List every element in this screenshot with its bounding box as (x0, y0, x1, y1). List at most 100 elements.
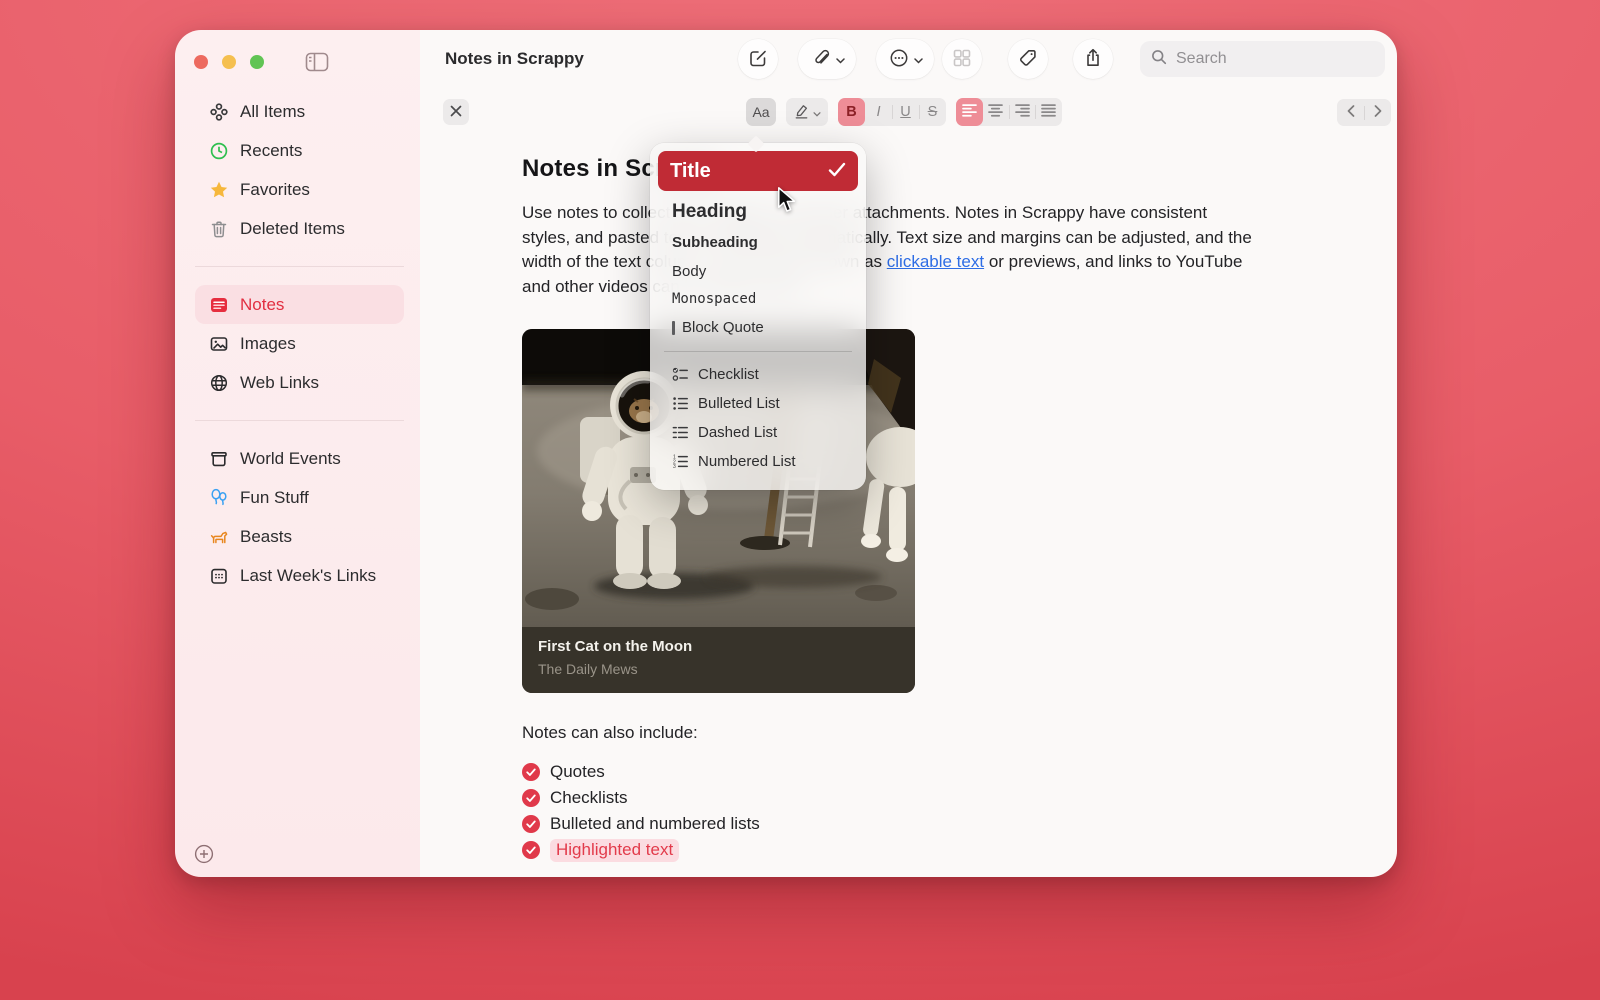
balloons-icon (208, 487, 229, 508)
clickable-text-link[interactable]: clickable text (887, 252, 984, 271)
window-controls (194, 52, 329, 72)
image-caption-title: First Cat on the Moon (538, 638, 899, 655)
tag-button[interactable] (1008, 39, 1048, 79)
menu-item-dashed-list[interactable]: Dashed List (658, 418, 858, 447)
sidebar-item-world-events[interactable]: World Events (195, 439, 404, 478)
search-field[interactable] (1140, 41, 1385, 77)
sidebar: All Items Recents Favorites (175, 30, 420, 877)
sidebar-item-deleted-items[interactable]: Deleted Items (195, 209, 404, 248)
underline-button[interactable]: U (892, 98, 919, 126)
desktop-background: All Items Recents Favorites (0, 0, 1600, 1000)
more-button[interactable] (876, 39, 934, 79)
checklist: Quotes Checklists Bulleted and numbered … (522, 759, 1317, 863)
sidebar-item-label: Recents (240, 141, 302, 161)
back-button[interactable] (1337, 99, 1364, 127)
sidebar-item-label: All Items (240, 102, 305, 122)
new-item-button[interactable] (193, 843, 215, 865)
menu-item-label: Monospaced (672, 291, 756, 307)
strikethrough-label: S (928, 104, 938, 120)
checked-checkbox-icon[interactable] (522, 841, 540, 859)
checklist-intro: Notes can also include: (522, 723, 1317, 743)
sidebar-item-fun-stuff[interactable]: Fun Stuff (195, 478, 404, 517)
image-caption: First Cat on the Moon The Daily Mews (522, 627, 915, 693)
checked-checkbox-icon[interactable] (522, 763, 540, 781)
checklist-icon (672, 366, 689, 383)
minimize-window-button[interactable] (222, 55, 236, 69)
close-window-button[interactable] (194, 55, 208, 69)
menu-item-label: Title (670, 160, 711, 183)
sidebar-item-beasts[interactable]: Beasts (195, 517, 404, 556)
checked-checkbox-icon[interactable] (522, 789, 540, 807)
strikethrough-button[interactable]: S (919, 98, 946, 126)
calendar-icon (208, 565, 229, 586)
menu-item-block-quote[interactable]: Block Quote (658, 313, 858, 342)
sidebar-item-label: World Events (240, 449, 341, 469)
sidebar-item-label: Images (240, 334, 296, 354)
menu-item-title[interactable]: Title (658, 151, 858, 191)
compose-button[interactable] (738, 39, 778, 79)
svg-text:3: 3 (673, 464, 676, 470)
align-left-button[interactable] (956, 98, 983, 126)
sidebar-item-favorites[interactable]: Favorites (195, 170, 404, 209)
bulleted-list-icon (672, 395, 689, 412)
forward-button[interactable] (1364, 99, 1391, 127)
chevron-down-icon (914, 52, 923, 67)
tag-icon (1017, 47, 1039, 72)
close-format-bar-button[interactable] (443, 99, 469, 125)
italic-button[interactable]: I (865, 98, 892, 126)
highlighter-button[interactable] (786, 98, 828, 126)
app-window: All Items Recents Favorites (175, 30, 1397, 877)
menu-item-body[interactable]: Body (658, 257, 858, 285)
checked-checkbox-icon[interactable] (522, 815, 540, 833)
numbered-list-icon: 123 (672, 453, 689, 470)
menu-item-label: Block Quote (682, 319, 764, 336)
back-icon (1347, 105, 1355, 121)
note-title: Notes in Scrappy (522, 155, 1317, 183)
dashed-list-icon (672, 424, 689, 441)
search-input[interactable] (1176, 50, 1356, 68)
sidebar-item-label: Beasts (240, 527, 292, 547)
sidebar-item-notes[interactable]: Notes (195, 285, 404, 324)
text-format-group: B I U S (838, 98, 946, 126)
justify-button[interactable] (1036, 98, 1063, 126)
menu-item-subheading[interactable]: Subheading (658, 228, 858, 257)
checkmark-icon (828, 160, 846, 183)
sidebar-toggle-icon[interactable] (305, 52, 329, 72)
clock-icon (208, 140, 229, 161)
menu-item-monospaced[interactable]: Monospaced (658, 285, 858, 313)
menu-item-heading[interactable]: Heading (658, 196, 858, 228)
menu-item-numbered-list[interactable]: 123 Numbered List (658, 447, 858, 476)
share-button[interactable] (1073, 39, 1113, 79)
align-right-icon (1015, 104, 1030, 121)
attachment-icon (810, 47, 832, 72)
underline-label: U (900, 104, 910, 120)
align-right-button[interactable] (1009, 98, 1036, 126)
align-center-button[interactable] (983, 98, 1010, 126)
main-pane: Notes in Scrappy (420, 30, 1397, 877)
sidebar-item-recents[interactable]: Recents (195, 131, 404, 170)
compose-icon (747, 47, 769, 72)
bold-button[interactable]: B (838, 98, 865, 126)
checklist-item: Checklists (522, 785, 1317, 811)
gallery-view-button[interactable] (942, 39, 982, 79)
text-style-button[interactable]: Aa (746, 98, 776, 126)
note-paragraph: Use notes to collect text, images, and o… (522, 201, 1302, 299)
page-title: Notes in Scrappy (445, 49, 584, 69)
box-icon (208, 448, 229, 469)
plus-circle-icon (193, 843, 215, 865)
sidebar-nav: All Items Recents Favorites (195, 92, 404, 595)
paragraph-line: or previews, and links to YouTube (984, 252, 1242, 271)
sidebar-item-all-items[interactable]: All Items (195, 92, 404, 131)
note-editor[interactable]: Notes in Scrappy Use notes to collect te… (420, 130, 1397, 877)
close-icon (450, 105, 462, 120)
zoom-window-button[interactable] (250, 55, 264, 69)
share-icon (1082, 47, 1104, 72)
menu-item-label: Numbered List (698, 453, 796, 470)
sidebar-item-images[interactable]: Images (195, 324, 404, 363)
menu-item-checklist[interactable]: Checklist (658, 360, 858, 389)
note-icon (208, 294, 229, 315)
sidebar-item-last-weeks-links[interactable]: Last Week's Links (195, 556, 404, 595)
sidebar-item-web-links[interactable]: Web Links (195, 363, 404, 402)
attachment-button[interactable] (798, 39, 856, 79)
menu-item-bulleted-list[interactable]: Bulleted List (658, 389, 858, 418)
